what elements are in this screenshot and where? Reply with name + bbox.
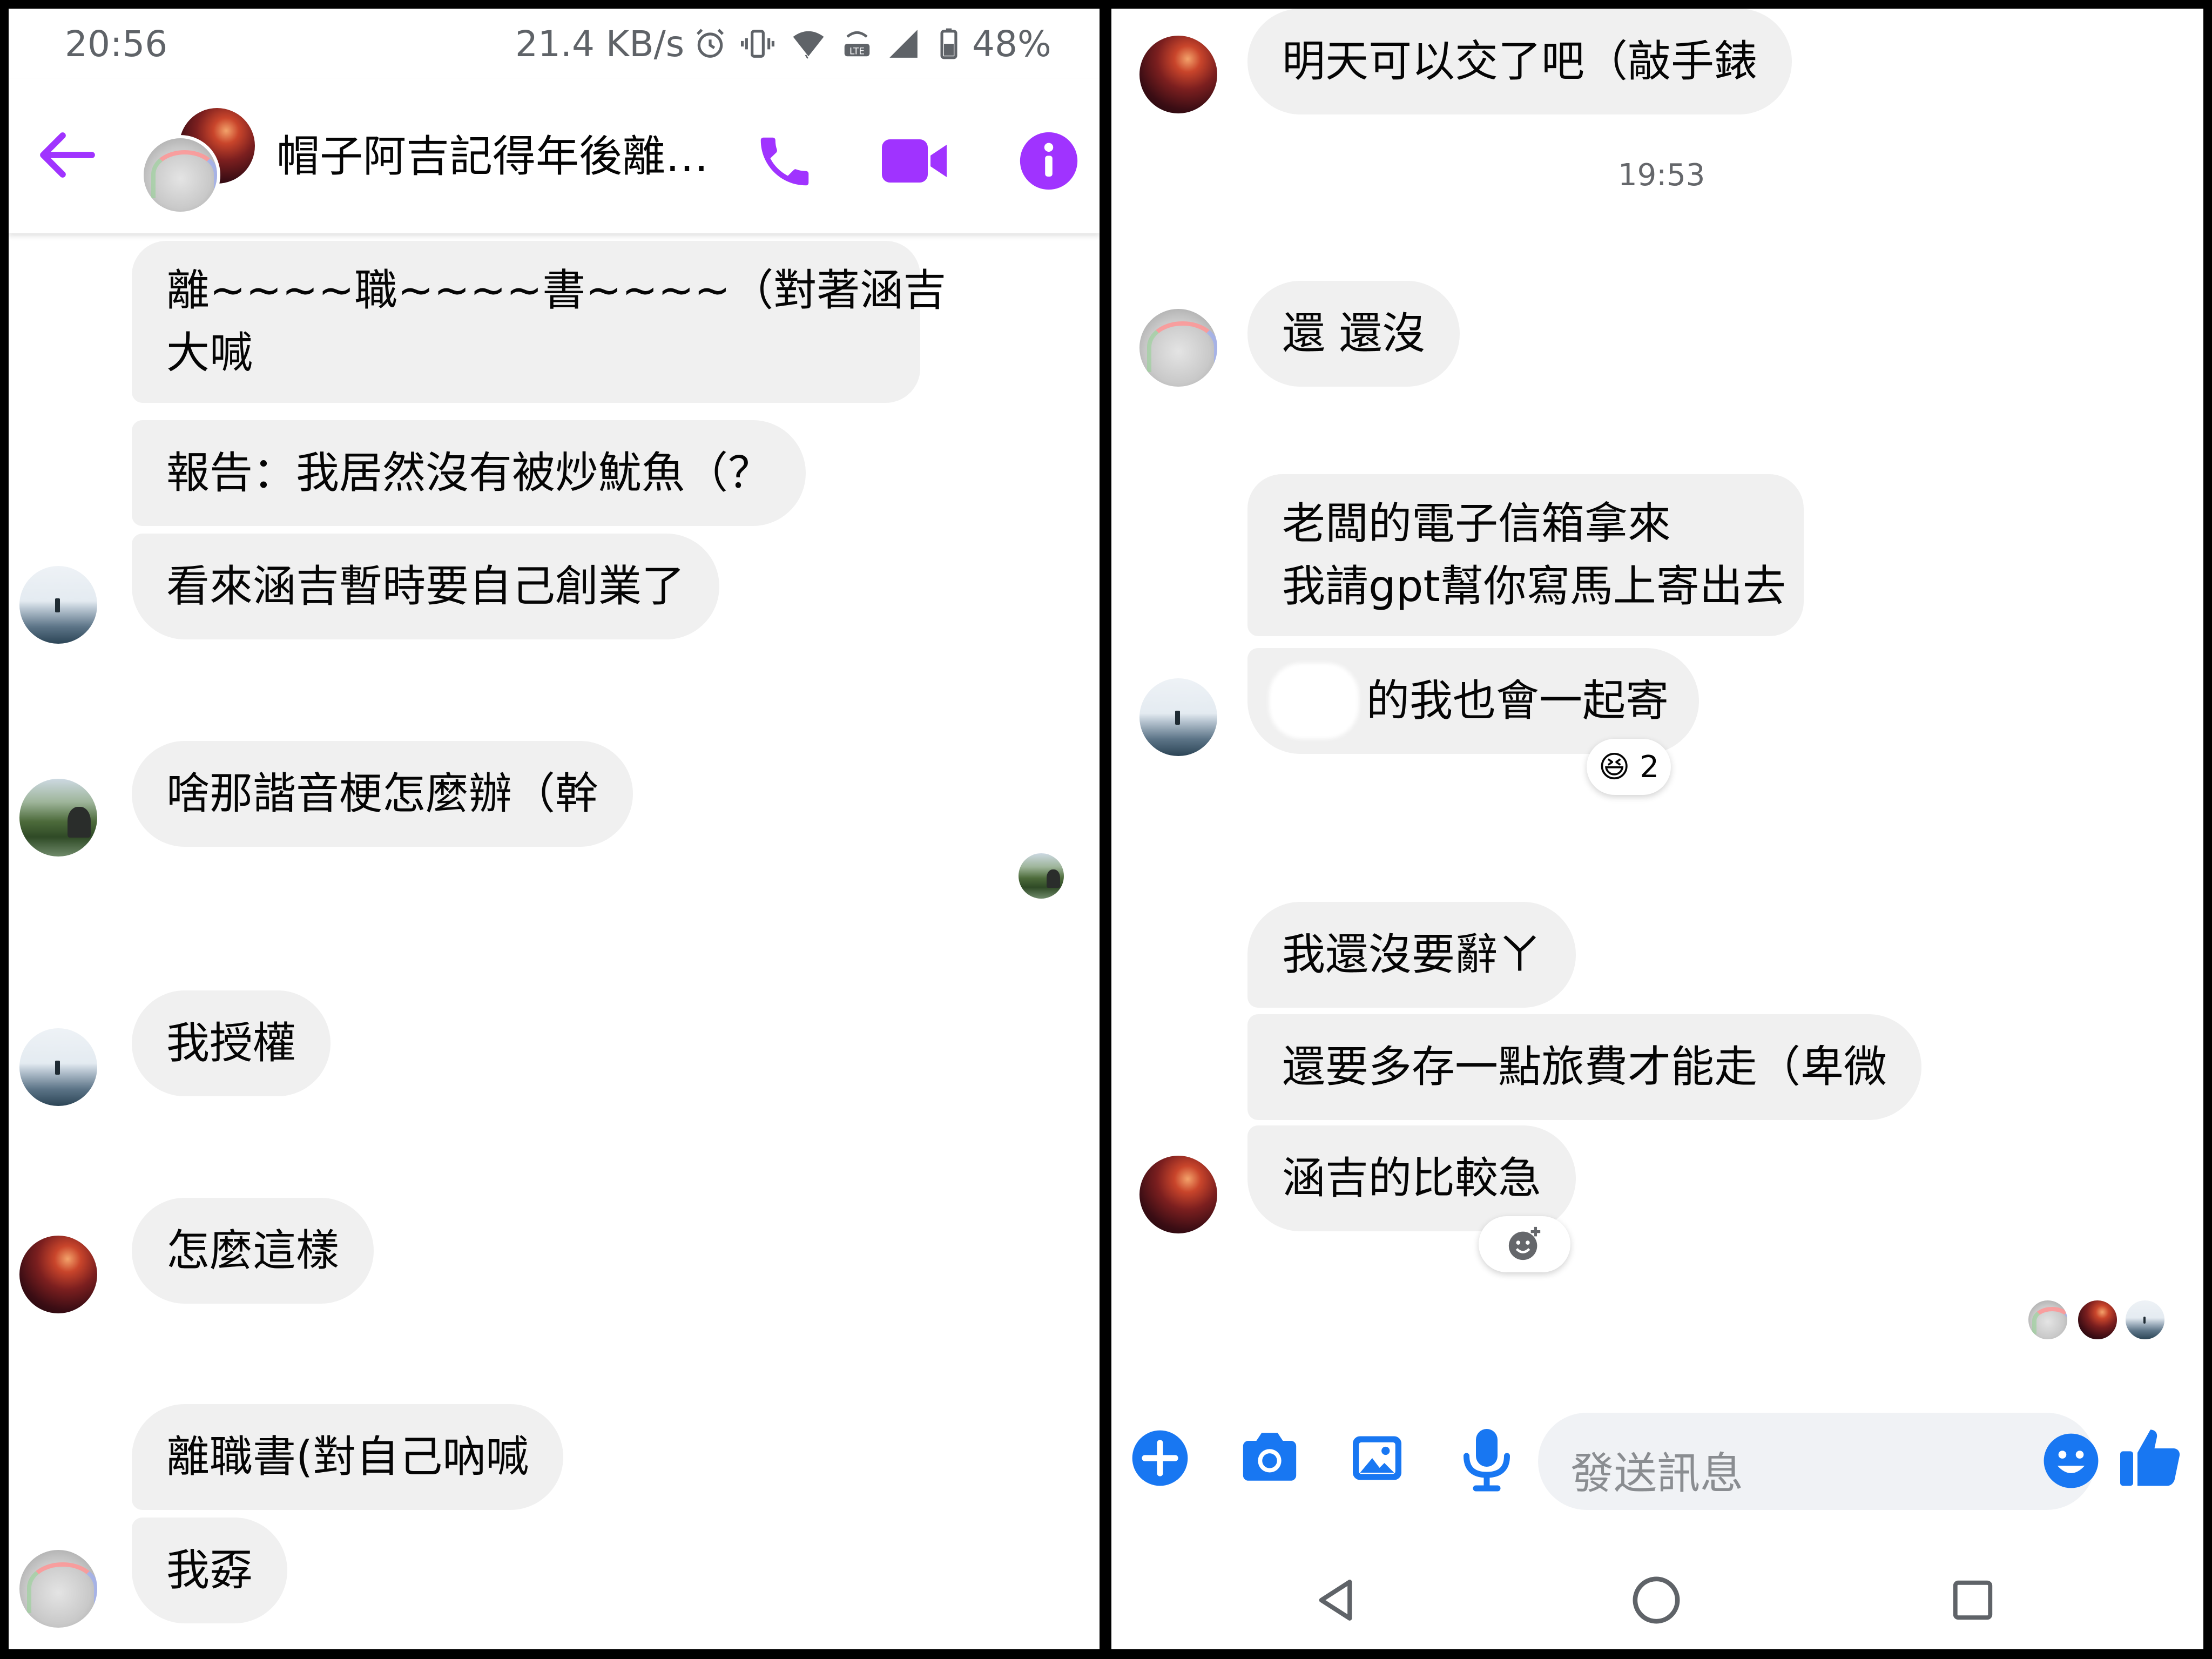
laughing-emoji-icon: 😆 — [1599, 749, 1630, 785]
sender-avatar[interactable] — [1139, 1156, 1217, 1233]
message-text: 老闆的電子信箱拿來 — [1282, 498, 1671, 549]
back-triangle-icon[interactable] — [1311, 1576, 1360, 1624]
group-avatar-rainbow — [140, 135, 220, 215]
sender-avatar[interactable] — [19, 1550, 97, 1628]
read-receipt-avatar — [1019, 853, 1064, 899]
sender-avatar[interactable] — [19, 566, 97, 644]
add-icon[interactable] — [1130, 1428, 1190, 1488]
battery-icon — [940, 28, 957, 59]
vibrate-icon — [741, 30, 774, 58]
message-bubble[interactable]: 看來涵吉暫時要自己創業了 — [132, 534, 719, 639]
read-receipt-avatar — [2026, 1298, 2069, 1341]
signal-icon — [889, 30, 918, 58]
message-text: 我請gpt幫你寫馬上寄出去 — [1282, 561, 1786, 611]
message-text: 啥那諧音梗怎麼辦（幹 — [166, 768, 598, 819]
phone-icon[interactable] — [753, 130, 817, 193]
info-icon[interactable] — [1017, 130, 1080, 192]
sender-avatar[interactable] — [1139, 678, 1217, 756]
sender-avatar[interactable] — [1139, 309, 1217, 387]
message-text: 我授權 — [166, 1018, 296, 1068]
status-bar: 20:56 21.4 KB/s LTE 48% — [9, 9, 1100, 73]
sender-avatar[interactable] — [19, 1236, 97, 1313]
conversation-title[interactable]: 帽子阿吉記得年後離… — [276, 131, 709, 183]
conversation-header: 帽子阿吉記得年後離… — [9, 79, 1100, 233]
message-text: 還 還沒 — [1282, 308, 1426, 359]
message-bubble[interactable]: 離職書(對自己吶喊 — [132, 1404, 564, 1510]
message-bubble[interactable]: 還 還沒 — [1247, 281, 1460, 387]
message-text: 涵吉的比較急 — [1282, 1153, 1541, 1203]
message-text: 報告：我居然沒有被炒魷魚（？ — [166, 448, 771, 498]
message-bubble[interactable]: 還要多存一點旅費才能走（卑微 — [1247, 1014, 1921, 1120]
message-bubble[interactable]: 明天可以交了吧（敲手錶 — [1247, 9, 1792, 114]
left-screenshot: 20:56 21.4 KB/s LTE 48% 帽子阿吉記得年後離… 離~~~~… — [9, 9, 1100, 1649]
message-text: 明天可以交了吧（敲手錶 — [1282, 36, 1757, 86]
emoji-icon[interactable] — [2041, 1431, 2101, 1491]
sender-avatar[interactable] — [19, 779, 97, 857]
message-bubble[interactable]: 老闆的電子信箱拿來 我請gpt幫你寫馬上寄出去 — [1247, 474, 1804, 636]
recents-square-icon[interactable] — [1950, 1577, 1996, 1623]
add-reaction-button[interactable] — [1479, 1216, 1570, 1272]
reaction-badge[interactable]: 😆 2 — [1587, 739, 1671, 795]
alarm-icon — [696, 29, 724, 58]
message-text: 的我也會一起寄 — [1366, 676, 1669, 726]
message-bubble[interactable]: 我孬 — [132, 1518, 287, 1623]
right-screenshot: 明天可以交了吧（敲手錶 19:53 還 還沒 老闆的電子信箱拿來 我請gpt幫你… — [1111, 9, 2203, 1649]
read-receipt-avatar — [2076, 1298, 2119, 1341]
svg-text:LTE: LTE — [849, 45, 865, 56]
message-input-placeholder: 發送訊息 — [1570, 1448, 1743, 1499]
read-receipt-avatar — [2123, 1298, 2167, 1341]
message-text: 離職書(對自己吶喊 — [166, 1432, 529, 1482]
home-circle-icon[interactable] — [1631, 1575, 1682, 1626]
message-bubble[interactable]: 我還沒要辭ㄚ — [1247, 902, 1576, 1008]
message-input[interactable]: 發送訊息 — [1538, 1413, 2095, 1510]
message-text: 怎麼這樣 — [166, 1225, 339, 1276]
network-speed: 21.4 KB/s — [515, 23, 685, 65]
back-arrow-icon[interactable] — [38, 131, 97, 179]
system-navigation-bar — [1111, 1548, 2203, 1649]
message-text: 離~~~~職~~~~書~~~~（對著涵吉 — [166, 265, 947, 315]
message-bubble[interactable]: 涵吉的比較急 — [1247, 1125, 1576, 1231]
sender-avatar[interactable] — [19, 1028, 97, 1106]
message-text: 我還沒要辭ㄚ — [1282, 929, 1541, 980]
volte-icon: LTE — [844, 31, 870, 56]
message-text: 我孬 — [166, 1545, 253, 1595]
sender-avatar[interactable] — [1139, 36, 1217, 113]
message-bubble[interactable]: 離~~~~職~~~~書~~~~（對著涵吉 大喊 — [132, 241, 947, 403]
message-text: 大喊 — [166, 328, 253, 378]
message-bubble[interactable]: 怎麼這樣 — [132, 1198, 374, 1304]
message-bubble[interactable]: 報告：我居然沒有被炒魷魚（？ — [132, 420, 806, 526]
camera-icon[interactable] — [1238, 1430, 1301, 1486]
message-text: 看來涵吉暫時要自己創業了 — [166, 561, 685, 611]
thumbs-up-icon[interactable] — [2116, 1422, 2185, 1492]
message-text: 還要多存一點旅費才能走（卑微 — [1282, 1042, 1887, 1092]
reaction-count: 2 — [1640, 749, 1660, 785]
battery-percent: 48% — [972, 23, 1051, 65]
message-bubble[interactable]: 啥那諧音梗怎麼辦（幹 — [132, 741, 633, 847]
microphone-icon[interactable] — [1457, 1426, 1516, 1492]
add-reaction-icon — [1508, 1226, 1541, 1260]
message-timestamp: 19:53 — [1618, 158, 1705, 193]
message-bubble[interactable]: 我授權 — [132, 990, 331, 1096]
status-time: 20:56 — [65, 23, 168, 65]
redacted-blur — [1269, 663, 1359, 739]
wifi-icon — [793, 31, 824, 59]
gallery-icon[interactable] — [1348, 1429, 1406, 1487]
video-call-icon[interactable] — [879, 132, 949, 190]
